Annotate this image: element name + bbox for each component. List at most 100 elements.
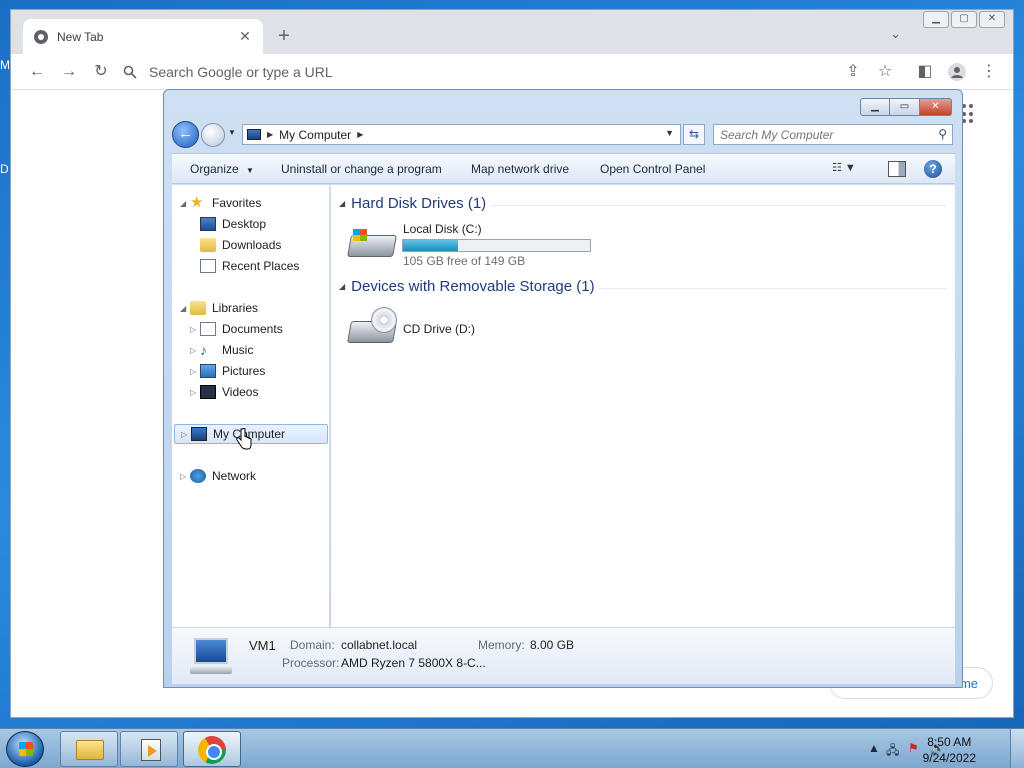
chrome-menu-icon[interactable]: ⋮ bbox=[977, 60, 1001, 84]
map-network-drive-button[interactable]: Map network drive bbox=[471, 162, 569, 176]
refresh-button[interactable]: ⇆ bbox=[683, 124, 705, 145]
computer-large-icon bbox=[190, 636, 232, 676]
drive-d-name[interactable]: CD Drive (D:) bbox=[403, 322, 475, 336]
start-button[interactable] bbox=[6, 731, 44, 767]
nav-libraries[interactable]: ◢ Libraries bbox=[180, 298, 258, 318]
close-button[interactable]: ✕ bbox=[920, 98, 952, 116]
forward-arrow-icon[interactable]: → bbox=[57, 60, 81, 84]
collapse-triangle-icon[interactable]: ◢ bbox=[180, 199, 190, 208]
tab-search-chevron-icon[interactable]: ⌄ bbox=[890, 26, 901, 42]
search-icon: ⚲ bbox=[938, 127, 947, 141]
pictures-icon bbox=[200, 364, 216, 378]
omnibox[interactable]: Search Google or type a URL bbox=[123, 59, 893, 85]
domain-label: Domain: bbox=[290, 638, 335, 652]
breadcrumb-my-computer[interactable]: My Computer bbox=[279, 128, 351, 142]
forward-button[interactable] bbox=[201, 123, 225, 147]
bookmark-star-icon[interactable]: ☆ bbox=[873, 60, 897, 84]
collapse-triangle-icon[interactable]: ◢ bbox=[180, 304, 190, 313]
nav-pictures[interactable]: ▷ Pictures bbox=[190, 361, 265, 381]
videos-icon bbox=[200, 385, 216, 399]
collapse-triangle-icon[interactable]: ◢ bbox=[339, 199, 345, 208]
expand-triangle-icon[interactable]: ▷ bbox=[190, 346, 200, 355]
network-icon bbox=[190, 469, 206, 483]
uninstall-program-button[interactable]: Uninstall or change a program bbox=[281, 162, 442, 176]
clock[interactable]: 8:50 AM 9/24/2022 bbox=[923, 734, 976, 766]
nav-downloads[interactable]: Downloads bbox=[200, 235, 281, 255]
nav-recent-places[interactable]: Recent Places bbox=[200, 256, 299, 276]
close-tab-icon[interactable]: ✕ bbox=[237, 28, 253, 45]
group-heading: Devices with Removable Storage (1) bbox=[351, 278, 595, 295]
back-arrow-icon[interactable]: ← bbox=[25, 60, 49, 84]
group-hard-disk-drives[interactable]: ◢ Hard Disk Drives (1) bbox=[339, 195, 486, 212]
memory-label: Memory: bbox=[478, 638, 525, 652]
folder-icon bbox=[76, 740, 104, 760]
hard-disk-icon[interactable] bbox=[347, 229, 397, 259]
network-tray-icon[interactable]: 🖧 bbox=[886, 741, 899, 762]
star-icon: ★ bbox=[190, 194, 204, 211]
drive-c-usage-bar bbox=[402, 239, 591, 252]
action-center-icon[interactable]: ⚑ bbox=[908, 741, 919, 755]
tab-new-tab[interactable]: New Tab ✕ bbox=[23, 19, 263, 54]
collapse-triangle-icon[interactable]: ◢ bbox=[339, 282, 345, 291]
organize-button[interactable]: Organize ▼ bbox=[190, 162, 254, 176]
nav-music[interactable]: ▷ ♪ Music bbox=[190, 340, 253, 360]
tab-title: New Tab bbox=[57, 29, 104, 44]
chrome-toolbar: ← → ↻ Search Google or type a URL ⇪ ☆ ◧ … bbox=[11, 54, 1013, 90]
breadcrumb-arrow-icon[interactable]: ▶ bbox=[357, 130, 363, 139]
cd-drive-icon[interactable] bbox=[347, 307, 397, 345]
show-desktop-button[interactable] bbox=[1010, 729, 1024, 768]
computer-name: VM1 bbox=[249, 638, 276, 653]
nav-documents[interactable]: ▷ Documents bbox=[190, 319, 283, 339]
minimize-button[interactable]: ▁ bbox=[923, 11, 949, 28]
minimize-button[interactable]: ▁ bbox=[860, 98, 890, 116]
chrome-favicon-icon bbox=[34, 29, 48, 44]
nav-favorites[interactable]: ◢ ★ Favorites bbox=[180, 193, 261, 213]
computer-icon bbox=[191, 427, 207, 441]
recent-pages-dropdown-icon[interactable]: ▼ bbox=[228, 128, 236, 137]
search-input[interactable] bbox=[720, 127, 920, 142]
address-dropdown-icon[interactable]: ▼ bbox=[665, 128, 674, 138]
expand-triangle-icon[interactable]: ▷ bbox=[180, 472, 190, 481]
reload-icon[interactable]: ↻ bbox=[89, 60, 113, 84]
hand-cursor-icon bbox=[236, 428, 252, 450]
nav-label: Recent Places bbox=[222, 259, 300, 273]
back-button[interactable]: ← bbox=[172, 121, 199, 148]
desktop-icon-label-fragment: M bbox=[0, 58, 10, 72]
group-divider bbox=[599, 288, 946, 289]
restore-button[interactable]: ▢ bbox=[951, 11, 977, 28]
nav-desktop[interactable]: Desktop bbox=[200, 214, 266, 234]
nav-network[interactable]: ▷ Network bbox=[180, 466, 256, 486]
preview-pane-icon[interactable] bbox=[888, 161, 906, 177]
nav-videos[interactable]: ▷ Videos bbox=[190, 382, 258, 402]
maximize-button[interactable]: ▭ bbox=[890, 98, 920, 116]
explorer-window-controls: ▁ ▭ ✕ bbox=[860, 98, 952, 116]
taskbar-chrome-button[interactable] bbox=[183, 731, 241, 767]
expand-triangle-icon[interactable]: ▷ bbox=[190, 367, 200, 376]
new-tab-button[interactable]: + bbox=[271, 24, 297, 50]
change-view-button[interactable]: ☷ ▼ bbox=[832, 161, 870, 178]
share-icon[interactable]: ⇪ bbox=[841, 60, 865, 84]
open-control-panel-button[interactable]: Open Control Panel bbox=[600, 162, 705, 176]
profile-avatar-icon[interactable] bbox=[945, 60, 969, 84]
nav-label: Documents bbox=[222, 322, 283, 336]
nav-label: Downloads bbox=[222, 238, 282, 252]
breadcrumb-arrow-icon[interactable]: ▶ bbox=[267, 130, 273, 139]
address-bar[interactable]: ▶ My Computer ▶ ▼ bbox=[242, 124, 681, 145]
memory-value: 8.00 GB bbox=[530, 638, 575, 652]
clock-time: 8:50 AM bbox=[927, 735, 972, 749]
group-heading: Hard Disk Drives (1) bbox=[351, 195, 487, 212]
taskbar-media-player-button[interactable] bbox=[120, 731, 178, 767]
content-pane: ◢ Hard Disk Drives (1) Local Disk (C:) 1… bbox=[331, 185, 955, 627]
close-window-button[interactable]: ✕ bbox=[979, 11, 1005, 28]
search-box[interactable]: ⚲ bbox=[713, 124, 953, 145]
show-hidden-icons-icon[interactable]: ▲ bbox=[868, 741, 880, 755]
drive-c-name[interactable]: Local Disk (C:) bbox=[403, 222, 482, 236]
group-removable-storage[interactable]: ◢ Devices with Removable Storage (1) bbox=[339, 278, 595, 295]
expand-triangle-icon[interactable]: ▷ bbox=[181, 430, 191, 439]
taskbar-explorer-button[interactable] bbox=[60, 731, 118, 767]
drive-c-free-space: 105 GB free of 149 GB bbox=[403, 254, 526, 268]
expand-triangle-icon[interactable]: ▷ bbox=[190, 325, 200, 334]
side-panel-icon[interactable]: ◧ bbox=[913, 60, 937, 84]
help-icon[interactable]: ? bbox=[924, 160, 942, 178]
expand-triangle-icon[interactable]: ▷ bbox=[190, 388, 200, 397]
